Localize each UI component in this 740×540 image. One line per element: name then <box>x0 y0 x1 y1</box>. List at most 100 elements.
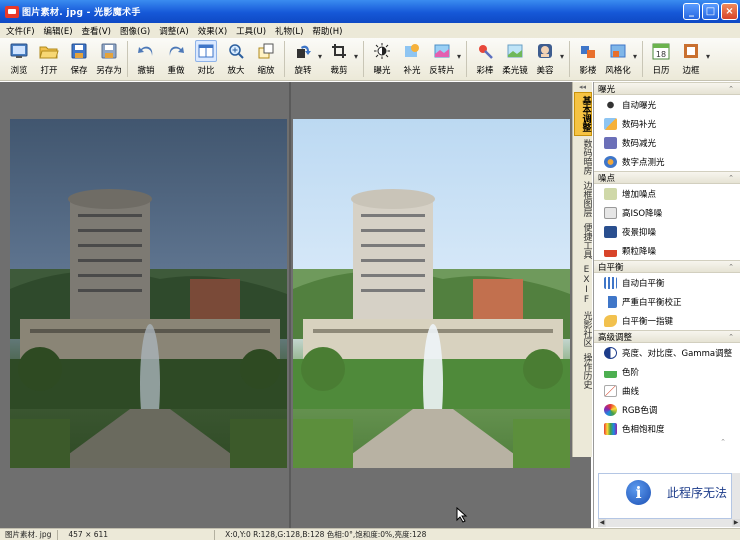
studio-button[interactable]: 影楼 <box>573 40 603 76</box>
beauty-dropdown-arrow[interactable]: ▾ <box>560 52 566 61</box>
menu-help[interactable]: 帮助(H) <box>312 25 342 37</box>
hue-saturation-item[interactable]: 色相饱和度 <box>594 419 740 438</box>
program-notice: i 此程序无法 <box>598 473 732 519</box>
save-as-button[interactable]: 另存为 <box>94 40 124 76</box>
rgb-tone-item[interactable]: RGB色调 <box>594 400 740 419</box>
notice-horizontal-scrollbar[interactable]: ◀ ▶ <box>598 519 740 527</box>
menu-image[interactable]: 图像(G) <box>120 25 150 37</box>
section-noise-header[interactable]: 噪点 ⌃ <box>594 171 740 184</box>
soft-lens-button[interactable]: 柔光镜 <box>500 40 530 76</box>
item-label: 数字点测光 <box>622 157 665 168</box>
redo-icon <box>165 40 187 62</box>
scroll-left-arrow-icon[interactable]: ◀ <box>598 519 606 527</box>
calendar-button[interactable]: 18 日历 <box>646 40 676 76</box>
auto-white-balance-item[interactable]: 自动白平衡 <box>594 273 740 292</box>
zoom-in-button[interactable]: 放大 <box>221 40 251 76</box>
tab-quick-tools[interactable]: 便捷工具 <box>574 220 592 262</box>
color-pen-label: 彩棒 <box>476 66 494 76</box>
open-label: 打开 <box>40 66 58 76</box>
wb-picker-icon <box>604 314 617 327</box>
save-as-label: 另存为 <box>96 66 122 76</box>
border-dropdown-arrow[interactable]: ▾ <box>706 52 712 61</box>
toolbar-separator <box>127 41 128 77</box>
scroll-right-arrow-icon[interactable]: ▶ <box>732 519 740 527</box>
one-click-wb-item[interactable]: 白平衡一指键 <box>594 311 740 330</box>
resize-icon <box>255 40 277 62</box>
digital-fill-light-item[interactable]: 数码补光 <box>594 114 740 133</box>
tab-basic-adjust[interactable]: 基本调整 <box>573 92 592 136</box>
auto-exposure-item[interactable]: 自动曝光 <box>594 95 740 114</box>
crop-dropdown-arrow[interactable]: ▾ <box>354 52 360 61</box>
night-denoise-item[interactable]: 夜景抑噪 <box>594 222 740 241</box>
redo-button[interactable]: 重做 <box>161 40 191 76</box>
status-image-size: 457 × 611 <box>68 530 109 539</box>
tab-community[interactable]: 光影社区 <box>574 308 592 350</box>
compare-button[interactable]: 对比 <box>191 40 221 76</box>
curves-item[interactable]: 曲线 <box>594 381 740 400</box>
menu-view[interactable]: 查看(V) <box>82 25 111 37</box>
menu-edit[interactable]: 编辑(E) <box>44 25 73 37</box>
image-canvas[interactable] <box>0 82 591 528</box>
levels-item[interactable]: 色阶 <box>594 362 740 381</box>
panel-collapse-icon[interactable]: ◂◂ <box>573 83 592 92</box>
compare-divider[interactable] <box>289 82 291 528</box>
high-iso-denoise-item[interactable]: 高ISO降噪 <box>594 203 740 222</box>
beauty-face-icon <box>534 40 556 62</box>
stylize-button[interactable]: 风格化 <box>603 40 633 76</box>
menu-tools[interactable]: 工具(U) <box>236 25 266 37</box>
save-button[interactable]: 保存 <box>64 40 94 76</box>
item-label: 数码减光 <box>622 138 657 149</box>
section-exposure-header[interactable]: 曝光 ⌃ <box>594 82 740 95</box>
zoom-out-button[interactable]: 缩放 <box>251 40 281 76</box>
negative-film-dropdown-arrow[interactable]: ▾ <box>457 52 463 61</box>
menu-adjust[interactable]: 调整(A) <box>159 25 188 37</box>
crop-button[interactable]: 裁剪 <box>324 40 354 76</box>
window-controls: _ □ × <box>683 3 738 20</box>
exposure-button[interactable]: 曝光 <box>367 40 397 76</box>
tab-history[interactable]: 操作历史 <box>574 350 592 392</box>
menu-gifts[interactable]: 礼物(L) <box>275 25 303 37</box>
stylize-dropdown-arrow[interactable]: ▾ <box>633 52 639 61</box>
open-button[interactable]: 打开 <box>34 40 64 76</box>
spot-metering-item[interactable]: 数字点测光 <box>594 152 740 171</box>
browse-button[interactable]: 浏览 <box>4 40 34 76</box>
adjusted-photo-scene <box>293 189 570 468</box>
original-photo-scene <box>10 189 287 468</box>
info-icon: i <box>626 480 651 505</box>
menu-file[interactable]: 文件(F) <box>6 25 35 37</box>
calendar-day-number: 18 <box>656 50 666 59</box>
section-white-balance-header[interactable]: 白平衡 ⌃ <box>594 260 740 273</box>
digital-reduce-light-item[interactable]: 数码减光 <box>594 133 740 152</box>
soft-lens-label: 柔光镜 <box>502 66 528 76</box>
tab-border-layers[interactable]: 边框图层 <box>574 178 592 220</box>
close-button[interactable]: × <box>721 3 738 20</box>
fill-light-button[interactable]: 补光 <box>397 40 427 76</box>
tab-digital-darkroom[interactable]: 数码暗房 <box>574 136 592 178</box>
item-label: 亮度、对比度、Gamma调整 <box>622 348 733 359</box>
brightness-contrast-item[interactable]: 亮度、对比度、Gamma调整 <box>594 343 740 362</box>
beauty-label: 美容 <box>536 66 554 76</box>
calendar-icon: 18 <box>650 40 672 62</box>
collapse-chevron-icon: ⌃ <box>728 332 734 341</box>
minimize-button[interactable]: _ <box>683 3 700 20</box>
toolbar-separator <box>363 41 364 77</box>
crop-label: 裁剪 <box>330 66 348 76</box>
add-noise-item[interactable]: 增加噪点 <box>594 184 740 203</box>
maximize-button[interactable]: □ <box>702 3 719 20</box>
section-advanced-header[interactable]: 高级调整 ⌃ <box>594 330 740 343</box>
beauty-button[interactable]: 美容 <box>530 40 560 76</box>
negative-film-button[interactable]: 反转片 <box>427 40 457 76</box>
color-pen-icon <box>474 40 496 62</box>
color-pen-button[interactable]: 彩棒 <box>470 40 500 76</box>
notice-vertical-scrollbar[interactable] <box>732 473 740 519</box>
scroll-up-chevron-icon[interactable]: ⌃ <box>594 438 740 448</box>
undo-button[interactable]: 撤销 <box>131 40 161 76</box>
severe-wb-correction-item[interactable]: 严重白平衡校正 <box>594 292 740 311</box>
grain-denoise-item[interactable]: 颗粒降噪 <box>594 241 740 260</box>
tab-exif[interactable]: EXIF <box>574 262 592 308</box>
menu-effects[interactable]: 效果(X) <box>198 25 227 37</box>
app-logo-icon <box>5 5 19 18</box>
studio-label: 影楼 <box>579 66 597 76</box>
border-button[interactable]: 边框 <box>676 40 706 76</box>
rotate-button[interactable]: 旋转 <box>288 40 318 76</box>
